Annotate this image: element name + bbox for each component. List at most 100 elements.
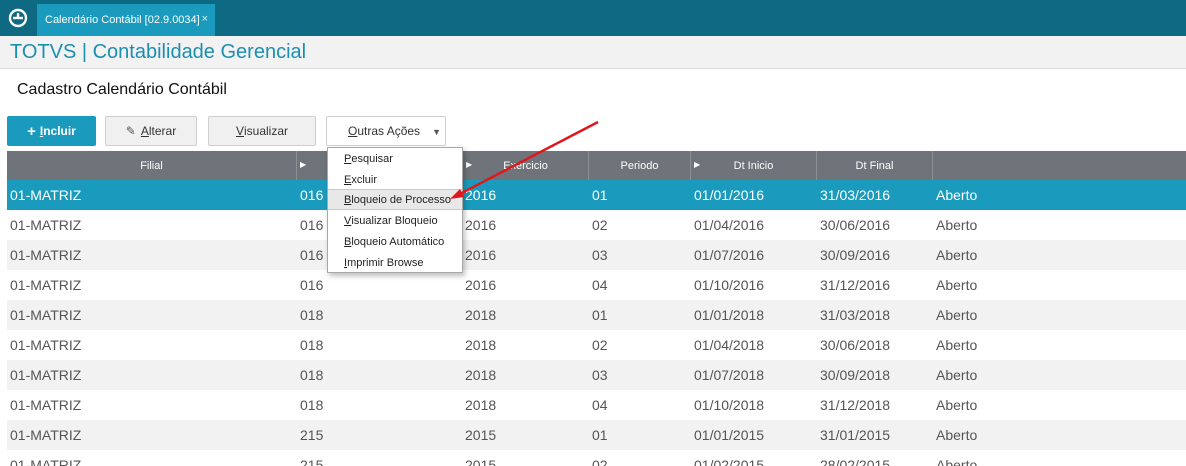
app-title: TOTVS | Contabilidade Gerencial (10, 41, 307, 63)
cell-dt-inicio: 01/04/2018 (694, 337, 765, 353)
cell-codigo: 018 (300, 397, 324, 413)
menu-item-excluir[interactable]: Excluir (328, 169, 462, 190)
table-row[interactable]: 01-MATRIZ 018 2018 03 01/07/2018 30/09/2… (7, 360, 1186, 390)
column-header-exercicio[interactable]: ▶ Exercicio (463, 151, 589, 180)
cell-status: Aberto (936, 337, 978, 353)
menu-item-imprimir-browse[interactable]: Imprimir Browse (328, 252, 462, 273)
tab-label: Calendário Contábil [02.9.0034] (45, 14, 200, 26)
cell-codigo: 016 (300, 187, 324, 203)
cell-periodo: 03 (592, 367, 608, 383)
cell-codigo: 018 (300, 367, 324, 383)
pencil-icon: ✎ (125, 124, 136, 138)
sort-arrow-icon: ▶ (694, 160, 701, 169)
cell-exercicio: 2015 (465, 457, 497, 466)
cell-dt-final: 31/12/2016 (820, 277, 891, 293)
cell-exercicio: 2016 (465, 277, 497, 293)
cell-exercicio: 2018 (465, 367, 497, 383)
cell-dt-inicio: 01/10/2018 (694, 397, 765, 413)
cell-filial: 01-MATRIZ (10, 457, 82, 466)
cell-status: Aberto (936, 427, 978, 443)
grid-body: 01-MATRIZ 016 2016 01 01/01/2016 31/03/2… (7, 180, 1186, 466)
cell-filial: 01-MATRIZ (10, 397, 82, 413)
cell-status: Aberto (936, 247, 978, 263)
cell-status: Aberto (936, 457, 978, 466)
outras-acoes-menu: Pesquisar Excluir Bloqueio de Processo V… (327, 147, 463, 273)
cell-dt-inicio: 01/04/2016 (694, 217, 765, 233)
cell-codigo: 018 (300, 337, 324, 353)
cell-dt-inicio: 01/07/2016 (694, 247, 765, 263)
cell-filial: 01-MATRIZ (10, 247, 82, 263)
cell-status: Aberto (936, 217, 978, 233)
cell-codigo: 016 (300, 277, 324, 293)
cell-status: Aberto (936, 187, 978, 203)
menu-item-bloqueio-de-processo[interactable]: Bloqueio de Processo (328, 189, 462, 210)
cell-dt-final: 30/09/2016 (820, 247, 891, 263)
alterar-button[interactable]: ✎ Alterar (105, 116, 197, 146)
column-header-dt-inicio[interactable]: ▶ Dt Inicio (691, 151, 817, 180)
menu-item-visualizar-bloqueio[interactable]: Visualizar Bloqueio (328, 210, 462, 231)
cell-filial: 01-MATRIZ (10, 307, 82, 323)
chevron-down-icon: ▼ (432, 127, 441, 137)
table-row[interactable]: 01-MATRIZ 016 2016 04 01/10/2016 31/12/2… (7, 270, 1186, 300)
cell-codigo: 016 (300, 247, 324, 263)
cell-status: Aberto (936, 307, 978, 323)
table-row[interactable]: 01-MATRIZ 215 2015 02 01/02/2015 28/02/2… (7, 450, 1186, 466)
totvs-logo-icon[interactable] (0, 0, 36, 36)
outras-acoes-button[interactable]: Outras Ações ▼ (326, 116, 446, 146)
cell-codigo: 018 (300, 307, 324, 323)
cell-exercicio: 2018 (465, 337, 497, 353)
column-header-periodo[interactable]: Periodo (589, 151, 691, 180)
menu-item-pesquisar[interactable]: Pesquisar (328, 148, 462, 169)
cell-codigo: 215 (300, 427, 324, 443)
sort-arrow-icon: ▶ (300, 160, 307, 169)
app-title-bar: TOTVS | Contabilidade Gerencial (0, 36, 1186, 69)
cell-dt-inicio: 01/01/2018 (694, 307, 765, 323)
table-row[interactable]: 01-MATRIZ 016 2016 03 01/07/2016 30/09/2… (7, 240, 1186, 270)
column-header-filial[interactable]: Filial (7, 151, 297, 180)
cell-dt-final: 31/03/2016 (820, 187, 891, 203)
column-header-status[interactable] (933, 151, 1186, 180)
cell-dt-final: 30/06/2016 (820, 217, 891, 233)
table-row[interactable]: 01-MATRIZ 215 2015 01 01/01/2015 31/01/2… (7, 420, 1186, 450)
cell-exercicio: 2016 (465, 217, 497, 233)
cell-dt-inicio: 01/10/2016 (694, 277, 765, 293)
cell-exercicio: 2015 (465, 427, 497, 443)
visualizar-button[interactable]: Visualizar (208, 116, 316, 146)
table-row[interactable]: 01-MATRIZ 016 2016 01 01/01/2016 31/03/2… (7, 180, 1186, 210)
cell-exercicio: 2018 (465, 397, 497, 413)
cell-codigo: 215 (300, 457, 324, 466)
cell-status: Aberto (936, 277, 978, 293)
cell-dt-final: 31/01/2015 (820, 427, 891, 443)
tab-calendario-contabil[interactable]: Calendário Contábil [02.9.0034] × (37, 4, 215, 36)
cell-periodo: 03 (592, 247, 608, 263)
cell-periodo: 04 (592, 277, 608, 293)
cell-filial: 01-MATRIZ (10, 427, 82, 443)
cell-exercicio: 2016 (465, 247, 497, 263)
close-icon[interactable]: × (202, 13, 208, 25)
cell-dt-inicio: 01/02/2015 (694, 457, 765, 466)
cell-dt-final: 31/03/2018 (820, 307, 891, 323)
table-row[interactable]: 01-MATRIZ 018 2018 04 01/10/2018 31/12/2… (7, 390, 1186, 420)
incluir-button[interactable]: + Incluir (7, 116, 96, 146)
table-row[interactable]: 01-MATRIZ 018 2018 02 01/04/2018 30/06/2… (7, 330, 1186, 360)
cell-dt-final: 28/02/2015 (820, 457, 891, 466)
page-title: Cadastro Calendário Contábil (17, 81, 227, 98)
cell-filial: 01-MATRIZ (10, 337, 82, 353)
table-row[interactable]: 01-MATRIZ 016 2016 02 01/04/2016 30/06/2… (7, 210, 1186, 240)
table-row[interactable]: 01-MATRIZ 018 2018 01 01/01/2018 31/03/2… (7, 300, 1186, 330)
cell-codigo: 016 (300, 217, 324, 233)
plus-icon: + (27, 122, 36, 140)
cell-dt-final: 31/12/2018 (820, 397, 891, 413)
cell-status: Aberto (936, 367, 978, 383)
cell-filial: 01-MATRIZ (10, 277, 82, 293)
cell-periodo: 01 (592, 187, 608, 203)
cell-filial: 01-MATRIZ (10, 367, 82, 383)
cell-exercicio: 2018 (465, 307, 497, 323)
menu-item-bloqueio-automatico[interactable]: Bloqueio Automático (328, 231, 462, 252)
cell-filial: 01-MATRIZ (10, 187, 82, 203)
column-header-dt-final[interactable]: Dt Final (817, 151, 933, 180)
cell-periodo: 02 (592, 217, 608, 233)
cell-filial: 01-MATRIZ (10, 217, 82, 233)
sort-arrow-icon: ▶ (466, 160, 473, 169)
cell-dt-inicio: 01/01/2016 (694, 187, 765, 203)
